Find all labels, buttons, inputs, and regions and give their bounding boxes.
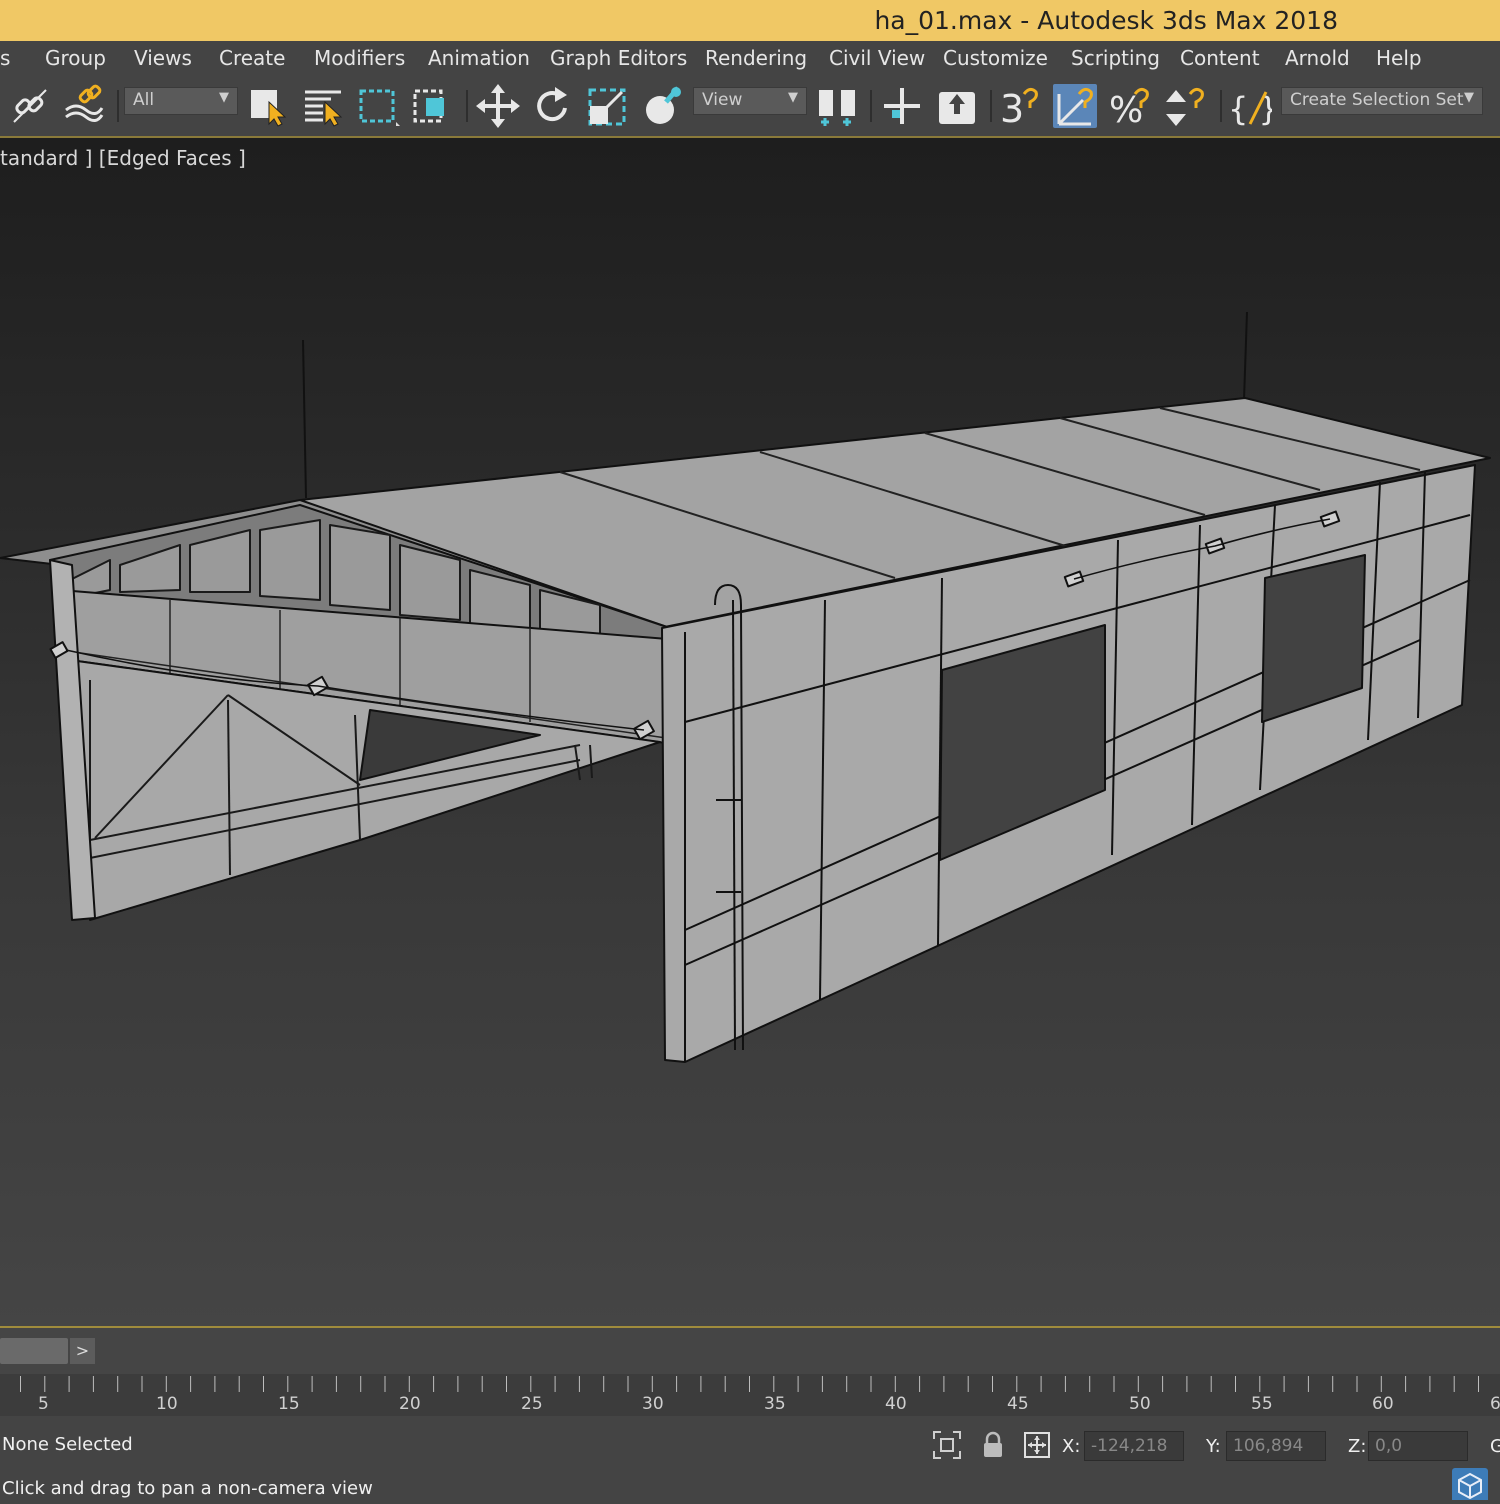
scale-icon[interactable] [586, 84, 630, 128]
grid-label: G [1490, 1436, 1500, 1457]
menu-item-scripting[interactable]: Scripting [1071, 46, 1160, 70]
timeline-tick-label: 45 [1007, 1394, 1029, 1414]
menu-item-group[interactable]: Group [45, 46, 106, 70]
menu-item-civil-view[interactable]: Civil View [829, 46, 925, 70]
mirror-icon[interactable] [815, 84, 859, 128]
timeline-tick-label: 55 [1251, 1394, 1273, 1414]
select-object-icon[interactable] [247, 84, 291, 128]
reference-coord-dropdown[interactable]: View ▼ [693, 87, 807, 115]
menu-item-modifiers[interactable]: Modifiers [314, 46, 405, 70]
window-crossing-icon[interactable] [410, 84, 454, 128]
named-selection-value: Create Selection Set [1290, 90, 1464, 110]
timeline-tick-label: 15 [278, 1394, 300, 1414]
menu-item-content[interactable]: Content [1180, 46, 1260, 70]
absolute-mode-icon[interactable] [1022, 1430, 1052, 1460]
menu-item-arnold[interactable]: Arnold [1285, 46, 1350, 70]
window-title: ha_01.max - Autodesk 3ds Max 2018 [874, 6, 1338, 35]
prompt-line: Click and drag to pan a non-camera view [2, 1478, 373, 1499]
timeline-tick-label: 6 [1490, 1394, 1500, 1414]
rectangular-selection-icon[interactable] [356, 84, 400, 128]
menu-item-graph-editors[interactable]: Graph Editors [550, 46, 687, 70]
angle-snap-icon[interactable] [1053, 84, 1097, 128]
chevron-down-icon: ▼ [219, 90, 229, 105]
lock-icon[interactable] [978, 1430, 1008, 1460]
viewcube-icon[interactable] [1452, 1468, 1488, 1500]
spinner-snap-icon[interactable] [1164, 84, 1208, 128]
toolbar-separator [870, 90, 872, 122]
antenna-left [302, 339, 307, 499]
menu-item-rendering[interactable]: Rendering [705, 46, 807, 70]
timeline-ruler[interactable]: 5 10 15 20 25 30 35 40 45 50 55 60 6 [0, 1374, 1500, 1416]
reference-coord-value: View [702, 90, 743, 110]
selection-status: None Selected [2, 1434, 133, 1455]
status-bar: None Selected Click and drag to pan a no… [0, 1416, 1500, 1500]
timeline-ticks [20, 1376, 1479, 1392]
z-coord-field[interactable]: 0,0 [1368, 1431, 1468, 1461]
svg-text:%: % [1109, 90, 1143, 128]
menu-item-help[interactable]: Help [1376, 46, 1422, 70]
z-coord-label: Z: [1348, 1436, 1367, 1457]
toolbar-separator [1220, 90, 1222, 122]
named-selection-dropdown[interactable]: Create Selection Set ▼ [1281, 87, 1483, 115]
title-bar: ha_01.max - Autodesk 3ds Max 2018 [0, 0, 1500, 41]
main-toolbar: All ▼ View ▼ 3 % {Create Selection Set … [0, 78, 1500, 138]
timeline-tick-label: 35 [764, 1394, 786, 1414]
toolbar-separator [466, 90, 468, 122]
time-slider-handle[interactable] [0, 1338, 68, 1364]
menu-item-animation[interactable]: Animation [428, 46, 530, 70]
menu-bar: s Group Views Create Modifiers Animation… [0, 41, 1500, 79]
move-icon[interactable] [476, 84, 520, 128]
viewport-label[interactable]: tandard ] [Edged Faces ] [0, 146, 246, 170]
toolbar-separator [117, 90, 119, 122]
y-coord-field[interactable]: 106,894 [1226, 1431, 1326, 1461]
pivot-icon[interactable] [880, 84, 924, 128]
timeline-tick-label: 25 [521, 1394, 543, 1414]
x-coord-field[interactable]: -124,218 [1084, 1431, 1184, 1461]
link-icon[interactable] [8, 84, 52, 128]
chevron-down-icon: ▼ [788, 90, 798, 105]
menu-item-create[interactable]: Create [219, 46, 285, 70]
unlink-icon[interactable] [62, 84, 106, 128]
menu-item-customize[interactable]: Customize [943, 46, 1048, 70]
svg-text:3: 3 [1000, 87, 1024, 128]
isolate-selection-icon[interactable] [932, 1430, 962, 1460]
timeline-tick-label: 5 [38, 1394, 49, 1414]
named-selection-icon[interactable]: { } [1228, 84, 1279, 128]
timeline-tick-label: 50 [1129, 1394, 1151, 1414]
snap-3d-icon[interactable]: 3 [998, 84, 1042, 131]
selection-filter-value: All [133, 90, 155, 110]
toolbar-separator [990, 90, 992, 122]
y-coord-label: Y: [1206, 1436, 1221, 1457]
align-icon[interactable] [935, 84, 979, 128]
menu-item-views[interactable]: Views [134, 46, 192, 70]
rotate-icon[interactable] [531, 84, 575, 128]
timeline-tick-label: 40 [885, 1394, 907, 1414]
warehouse-model [0, 311, 1491, 1063]
menu-item-s[interactable]: s [0, 46, 10, 70]
antenna-right [1243, 311, 1248, 401]
time-slider-bar: > [0, 1326, 1500, 1376]
timeline-tick-label: 10 [156, 1394, 178, 1414]
timeline-tick-label: 20 [399, 1394, 421, 1414]
timeline-tick-label: 30 [642, 1394, 664, 1414]
x-coord-label: X: [1062, 1436, 1081, 1457]
select-by-name-icon[interactable] [301, 84, 345, 128]
chevron-down-icon: ▼ [1464, 90, 1474, 105]
percent-snap-icon[interactable]: % [1109, 84, 1153, 131]
time-slider-next-button[interactable]: > [70, 1338, 95, 1364]
perspective-viewport[interactable]: tandard ] [Edged Faces ] [0, 138, 1500, 1326]
timeline-tick-label: 60 [1372, 1394, 1394, 1414]
place-icon[interactable] [640, 84, 684, 128]
selection-filter-dropdown[interactable]: All ▼ [124, 87, 238, 115]
